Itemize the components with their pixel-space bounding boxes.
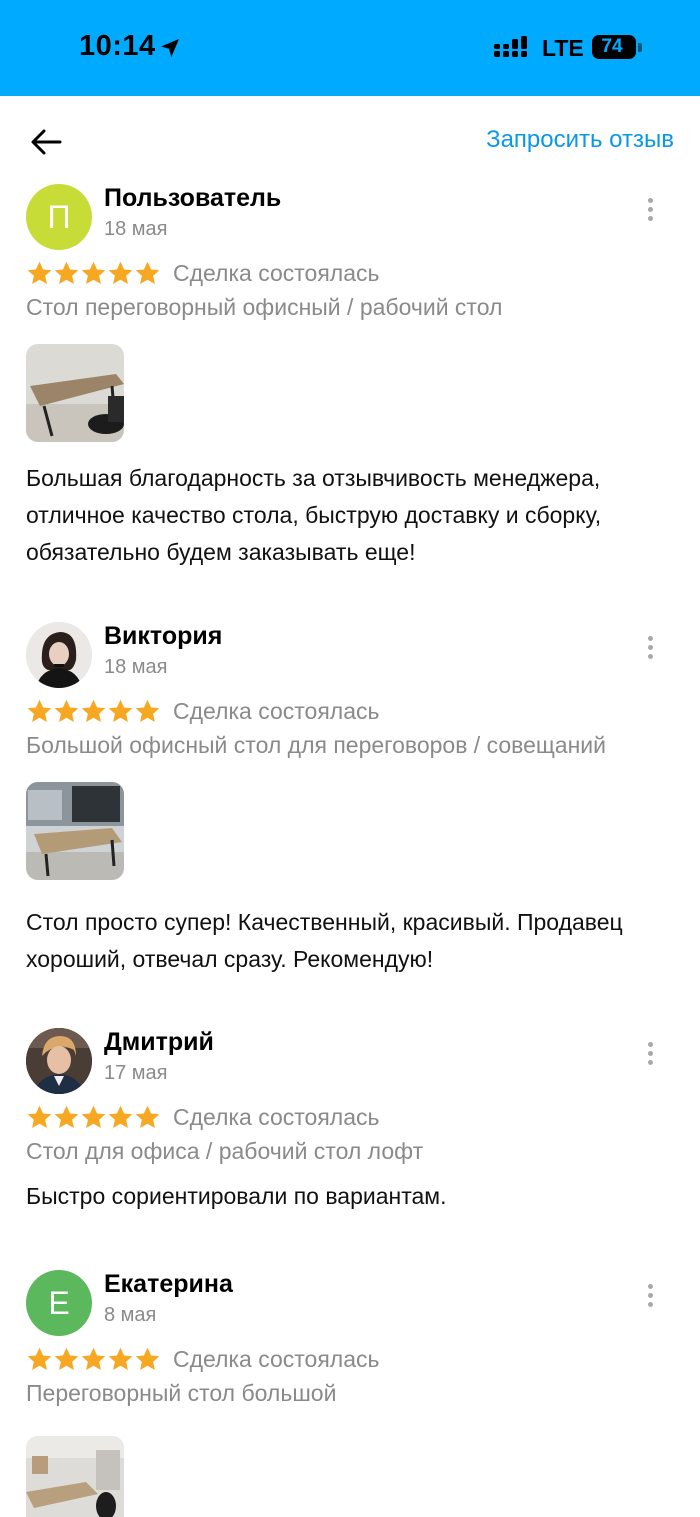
star-icon	[108, 1105, 133, 1128]
star-icon	[54, 1347, 79, 1370]
star-rating	[26, 1104, 161, 1131]
review-photo[interactable]	[26, 1436, 124, 1517]
reviewer-name[interactable]: Пользователь	[104, 184, 281, 213]
star-icon	[54, 699, 79, 722]
star-icon	[54, 261, 79, 284]
status-bar: 10:14 LTE 74	[0, 0, 700, 96]
star-icon	[135, 1347, 160, 1370]
signal-icon	[494, 36, 527, 57]
reviewer-name[interactable]: Виктория	[104, 622, 222, 651]
review-date: 8 мая	[104, 1304, 157, 1326]
star-icon	[108, 1347, 133, 1370]
reviewer-name[interactable]: Екатерина	[104, 1270, 233, 1299]
star-icon	[54, 1105, 79, 1128]
review-photo[interactable]	[26, 782, 124, 880]
star-icon	[27, 1105, 52, 1128]
item-title[interactable]: Большой офисный стол для переговоров / с…	[26, 732, 606, 759]
battery-level: 74	[601, 36, 623, 57]
item-title[interactable]: Переговорный стол большой	[26, 1380, 336, 1407]
deal-status: Сделка состоялась	[173, 1103, 380, 1130]
more-options-button[interactable]	[644, 1284, 656, 1314]
review-date: 18 мая	[104, 218, 168, 240]
review-card: Виктория 18 мая Сделка состоялась Большо…	[26, 622, 674, 992]
location-arrow-icon	[161, 39, 179, 57]
star-icon	[27, 699, 52, 722]
star-icon	[27, 1347, 52, 1370]
battery-icon: 74	[592, 35, 642, 59]
reviewer-name[interactable]: Дмитрий	[104, 1028, 214, 1057]
more-options-button[interactable]	[644, 198, 656, 228]
review-date: 17 мая	[104, 1062, 168, 1084]
star-icon	[135, 1105, 160, 1128]
request-review-link[interactable]: Запросить отзыв	[486, 126, 674, 154]
review-photo[interactable]	[26, 344, 124, 442]
review-card: П Пользователь 18 мая Сделка состоялась …	[26, 184, 674, 584]
avatar: Е	[26, 1270, 92, 1336]
deal-status: Сделка состоялась	[173, 1345, 380, 1372]
star-rating	[26, 260, 161, 287]
star-rating	[26, 1346, 161, 1373]
star-icon	[81, 1105, 106, 1128]
rating-row: Сделка состоялась	[26, 696, 380, 726]
review-card: Дмитрий 17 мая Сделка состоялась Стол дл…	[26, 1028, 674, 1228]
deal-status: Сделка состоялась	[173, 259, 380, 286]
review-card: Е Екатерина 8 мая Сделка состоялась Пере…	[26, 1270, 674, 1517]
star-rating	[26, 698, 161, 725]
rating-row: Сделка состоялась	[26, 1102, 380, 1132]
item-title[interactable]: Стол переговорный офисный / рабочий стол	[26, 294, 502, 321]
star-icon	[108, 261, 133, 284]
back-button[interactable]	[26, 122, 66, 162]
star-icon	[135, 699, 160, 722]
avatar: П	[26, 184, 92, 250]
star-icon	[135, 261, 160, 284]
review-text: Большая благодарность за отзывчивость ме…	[26, 465, 602, 565]
deal-status: Сделка состоялась	[173, 697, 380, 724]
avatar-initial: П	[47, 198, 71, 235]
status-time: 10:14	[79, 30, 156, 62]
rating-row: Сделка состоялась	[26, 1344, 380, 1374]
review-date: 18 мая	[104, 656, 168, 678]
avatar-initial: Е	[48, 1284, 70, 1321]
more-options-button[interactable]	[644, 1042, 656, 1072]
review-text: Быстро сориентировали по вариантам.	[26, 1183, 447, 1209]
star-icon	[81, 699, 106, 722]
review-text: Стол просто супер! Качественный, красивы…	[26, 909, 623, 972]
avatar[interactable]	[26, 622, 92, 688]
more-options-button[interactable]	[644, 636, 656, 666]
star-icon	[81, 261, 106, 284]
avatar[interactable]	[26, 1028, 92, 1094]
star-icon	[108, 699, 133, 722]
back-arrow-icon	[31, 129, 62, 155]
star-icon	[81, 1347, 106, 1370]
star-icon	[27, 261, 52, 284]
rating-row: Сделка состоялась	[26, 258, 380, 288]
item-title[interactable]: Стол для офиса / рабочий стол лофт	[26, 1138, 423, 1165]
network-type: LTE	[542, 35, 584, 61]
